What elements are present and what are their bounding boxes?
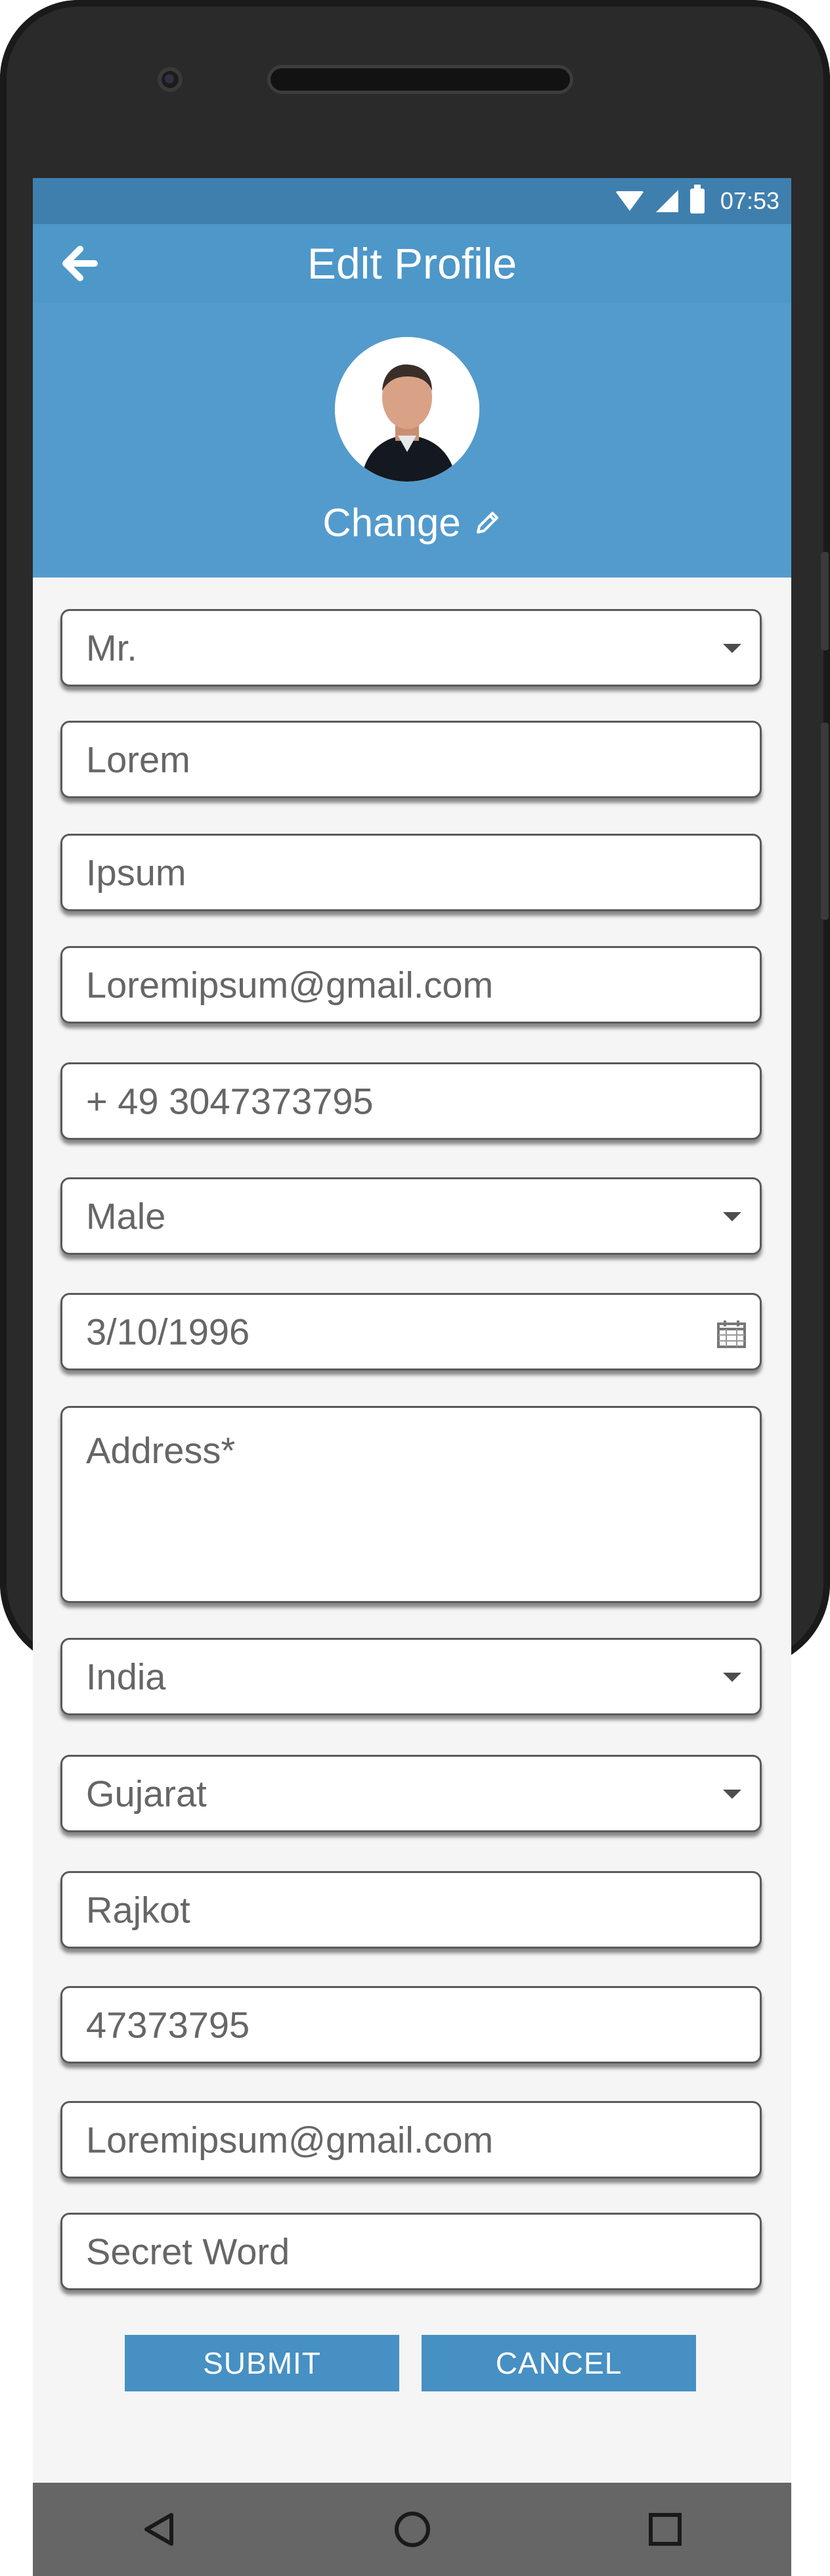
nav-back-icon <box>144 2513 173 2546</box>
page-title: Edit Profile <box>307 239 517 288</box>
last-name-input[interactable]: Ipsum <box>60 834 762 911</box>
phone-input[interactable]: + 49 3047373795 <box>60 1062 762 1140</box>
secondary-email-value: Loremipsum@gmail.com <box>86 2119 494 2161</box>
zip-value: 47373795 <box>86 2004 250 2046</box>
secret-word-placeholder: Secret Word <box>86 2230 290 2272</box>
app-bar: Edit Profile <box>33 224 791 303</box>
city-input[interactable]: Rajkot <box>60 1871 762 1949</box>
wifi-icon <box>615 191 644 211</box>
back-arrow-icon <box>62 246 98 281</box>
pencil-icon <box>476 511 498 533</box>
birthdate-input[interactable]: 3/10/1996 <box>60 1293 762 1370</box>
secondary-email-input[interactable]: Loremipsum@gmail.com <box>60 2101 762 2179</box>
app-screen: 07:53 Edit Profile Change Mr. Lorem Ipsu… <box>33 178 791 2576</box>
battery-icon <box>689 185 705 214</box>
system-nav-bar <box>33 2483 791 2576</box>
last-name-value: Ipsum <box>86 851 186 893</box>
status-time: 07:53 <box>720 187 779 214</box>
profile-header: Change <box>33 303 791 577</box>
birthdate-value: 3/10/1996 <box>86 1311 250 1353</box>
avatar[interactable] <box>335 337 479 482</box>
state-select[interactable]: Gujarat <box>60 1755 762 1832</box>
salutation-value: Mr. <box>86 627 137 669</box>
power-button <box>821 723 829 920</box>
front-camera <box>158 67 183 92</box>
cancel-button[interactable]: CANCEL <box>422 2335 696 2391</box>
chevron-down-icon <box>723 1212 741 1221</box>
email-value: Loremipsum@gmail.com <box>86 964 494 1006</box>
nav-recents-icon <box>648 2513 682 2546</box>
nav-recents-button[interactable] <box>639 2503 691 2556</box>
nav-home-icon <box>394 2512 430 2547</box>
change-photo-link[interactable]: Change <box>33 500 791 545</box>
submit-button[interactable]: SUBMIT <box>125 2335 399 2391</box>
gender-select[interactable]: Male <box>60 1177 762 1255</box>
secret-word-input[interactable]: Secret Word <box>60 2213 762 2290</box>
first-name-input[interactable]: Lorem <box>60 721 762 798</box>
state-value: Gujarat <box>86 1773 207 1815</box>
chevron-down-icon <box>723 644 741 653</box>
signal-icon <box>655 190 678 212</box>
back-button[interactable] <box>59 244 98 283</box>
country-select[interactable]: India <box>60 1638 762 1715</box>
phone-value: + 49 3047373795 <box>86 1080 374 1122</box>
address-placeholder: Address* <box>86 1430 236 1471</box>
nav-back-button[interactable] <box>133 2503 186 2556</box>
country-value: India <box>86 1656 166 1698</box>
salutation-select[interactable]: Mr. <box>60 609 762 687</box>
first-name-value: Lorem <box>86 738 190 780</box>
zip-input[interactable]: 47373795 <box>60 1986 762 2064</box>
city-value: Rajkot <box>86 1889 190 1931</box>
status-bar: 07:53 <box>33 178 791 224</box>
calendar-icon[interactable] <box>716 1319 747 1349</box>
chevron-down-icon <box>723 1673 741 1682</box>
volume-button <box>821 552 829 650</box>
nav-home-button[interactable] <box>386 2503 439 2556</box>
email-input[interactable]: Loremipsum@gmail.com <box>60 946 762 1024</box>
earpiece-speaker <box>271 68 570 91</box>
gender-value: Male <box>86 1195 166 1237</box>
address-textarea[interactable]: Address* <box>60 1406 762 1603</box>
chevron-down-icon <box>723 1790 741 1799</box>
change-label: Change <box>322 501 461 545</box>
